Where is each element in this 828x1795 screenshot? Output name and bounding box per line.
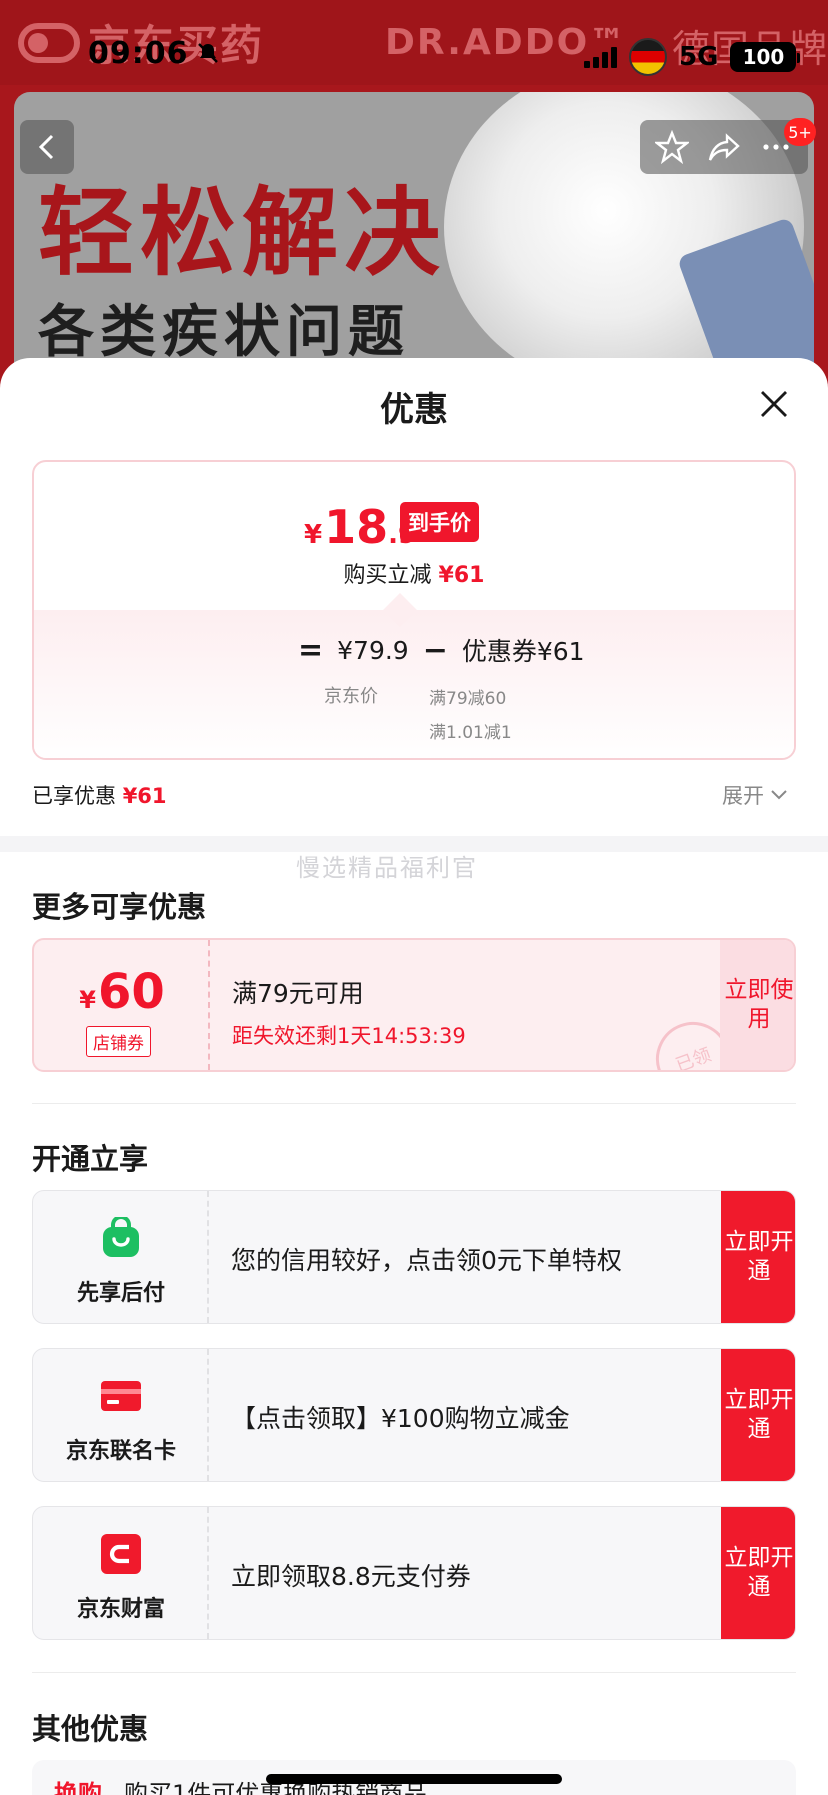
more-offers-title: 更多可享优惠 — [32, 890, 207, 924]
back-button[interactable] — [20, 120, 74, 174]
credit-card-icon — [101, 1381, 141, 1411]
service-card-jd-wealth[interactable]: 京东财富 立即领取8.8元支付券 立即开通 — [32, 1506, 796, 1640]
battery-icon: 100 — [730, 42, 801, 72]
price-formula: = ¥79.9 − 优惠券¥61 — [284, 632, 585, 668]
service-card-pay-later[interactable]: 先享后付 您的信用较好，点击领0元下单特权 立即开通 — [32, 1190, 796, 1324]
service-name: 先享后付 — [76, 1281, 165, 1306]
nav-actions — [640, 120, 808, 174]
final-price-tag: 到手价 — [400, 502, 479, 542]
instant-discount-label: 购买立减 — [343, 563, 432, 588]
service-name: 京东联名卡 — [65, 1439, 176, 1464]
service-description: 【点击领取】¥100购物立减金 — [231, 1404, 570, 1433]
enjoyed-discount-label: 已享优惠 — [32, 784, 116, 808]
coupon-amount-area: ¥ 60 店铺券 — [34, 940, 210, 1070]
banner-headline: 轻松解决 — [38, 177, 446, 289]
shopping-bag-icon — [103, 1217, 139, 1257]
pill-icon — [18, 22, 80, 63]
service-description: 您的信用较好，点击领0元下单特权 — [231, 1246, 622, 1275]
chevron-left-icon — [38, 134, 54, 160]
instant-discount-line: 购买立减 ¥61 — [34, 557, 794, 589]
jd-price-label: 京东价 — [324, 686, 378, 707]
service-description: 立即领取8.8元支付券 — [231, 1562, 471, 1591]
instant-discount-amount: ¥61 — [438, 563, 485, 588]
flag-avatar-icon — [629, 38, 667, 76]
share-icon[interactable] — [707, 130, 741, 164]
home-indicator[interactable] — [266, 1774, 562, 1784]
wealth-icon — [101, 1534, 141, 1574]
close-icon[interactable] — [754, 384, 794, 424]
coupon-rule-1: 满79减60 — [429, 689, 507, 709]
final-price-integer: 18 — [324, 500, 389, 554]
open-now-title: 开通立享 — [32, 1142, 149, 1176]
service-brand-area: 京东联名卡 — [33, 1349, 209, 1481]
status-indicators: 5G 100 — [584, 38, 801, 76]
status-time: 09:06 — [88, 36, 189, 71]
coupon-amount: ¥ 60 — [34, 964, 210, 1020]
minus-sign: − — [422, 632, 448, 668]
star-icon[interactable] — [655, 130, 689, 164]
service-brand-area: 京东财富 — [33, 1507, 209, 1639]
jd-price-value: ¥79.9 — [337, 635, 409, 665]
offers-sheet: 优惠 ¥ 18 .9 到手价 购买立减 ¥61 = ¥79.9 − 优惠券¥61… — [0, 358, 828, 1795]
shop-coupon-card[interactable]: ¥ 60 店铺券 满79元可用 距失效还剩1天14:53:39 已领 立即使用 — [32, 938, 796, 1072]
expand-button[interactable]: 展开 — [722, 780, 788, 810]
service-name: 京东财富 — [76, 1597, 165, 1622]
section-divider — [32, 1103, 796, 1104]
open-service-button[interactable]: 立即开通 — [721, 1349, 795, 1481]
section-divider — [32, 1672, 796, 1673]
message-badge: 5+ — [784, 118, 816, 146]
open-service-button[interactable]: 立即开通 — [721, 1191, 795, 1323]
currency-symbol: ¥ — [304, 520, 323, 550]
sheet-title: 优惠 — [380, 390, 448, 430]
price-breakdown-card: ¥ 18 .9 到手价 购买立减 ¥61 = ¥79.9 − 优惠券¥61 京东… — [32, 460, 796, 760]
coupon-value: 60 — [97, 964, 165, 1020]
coupon-condition: 满79元可用 — [232, 979, 364, 1008]
other-offers-title: 其他优惠 — [32, 1712, 149, 1746]
watermark-text: 慢选精品福利官 — [296, 854, 478, 882]
enjoyed-discount: 已享优惠 ¥61 — [32, 780, 167, 810]
service-brand-area: 先享后付 — [33, 1191, 209, 1323]
coupon-rule-2: 满1.01减1 — [429, 723, 512, 743]
enjoyed-discount-amount: ¥61 — [122, 784, 167, 808]
trade-in-tag: 换购 — [54, 1780, 102, 1795]
signal-icon — [584, 46, 617, 68]
equals-sign: = — [298, 632, 324, 668]
expand-label: 展开 — [722, 784, 764, 808]
coupon-countdown: 距失效还剩1天14:53:39 — [232, 1024, 466, 1048]
coupon-discount-value: 优惠券¥61 — [461, 637, 585, 666]
use-coupon-button[interactable]: 立即使用 — [720, 940, 794, 1070]
service-card-co-branded-card[interactable]: 京东联名卡 【点击领取】¥100购物立减金 立即开通 — [32, 1348, 796, 1482]
coupon-type-badge: 店铺券 — [86, 1026, 151, 1057]
coupon-currency: ¥ — [79, 986, 96, 1014]
mute-bell-icon — [198, 43, 218, 63]
network-type: 5G — [679, 42, 719, 72]
banner-subline: 各类疾状问题 — [38, 300, 410, 365]
chevron-down-icon — [771, 790, 787, 800]
open-service-button[interactable]: 立即开通 — [721, 1507, 795, 1639]
